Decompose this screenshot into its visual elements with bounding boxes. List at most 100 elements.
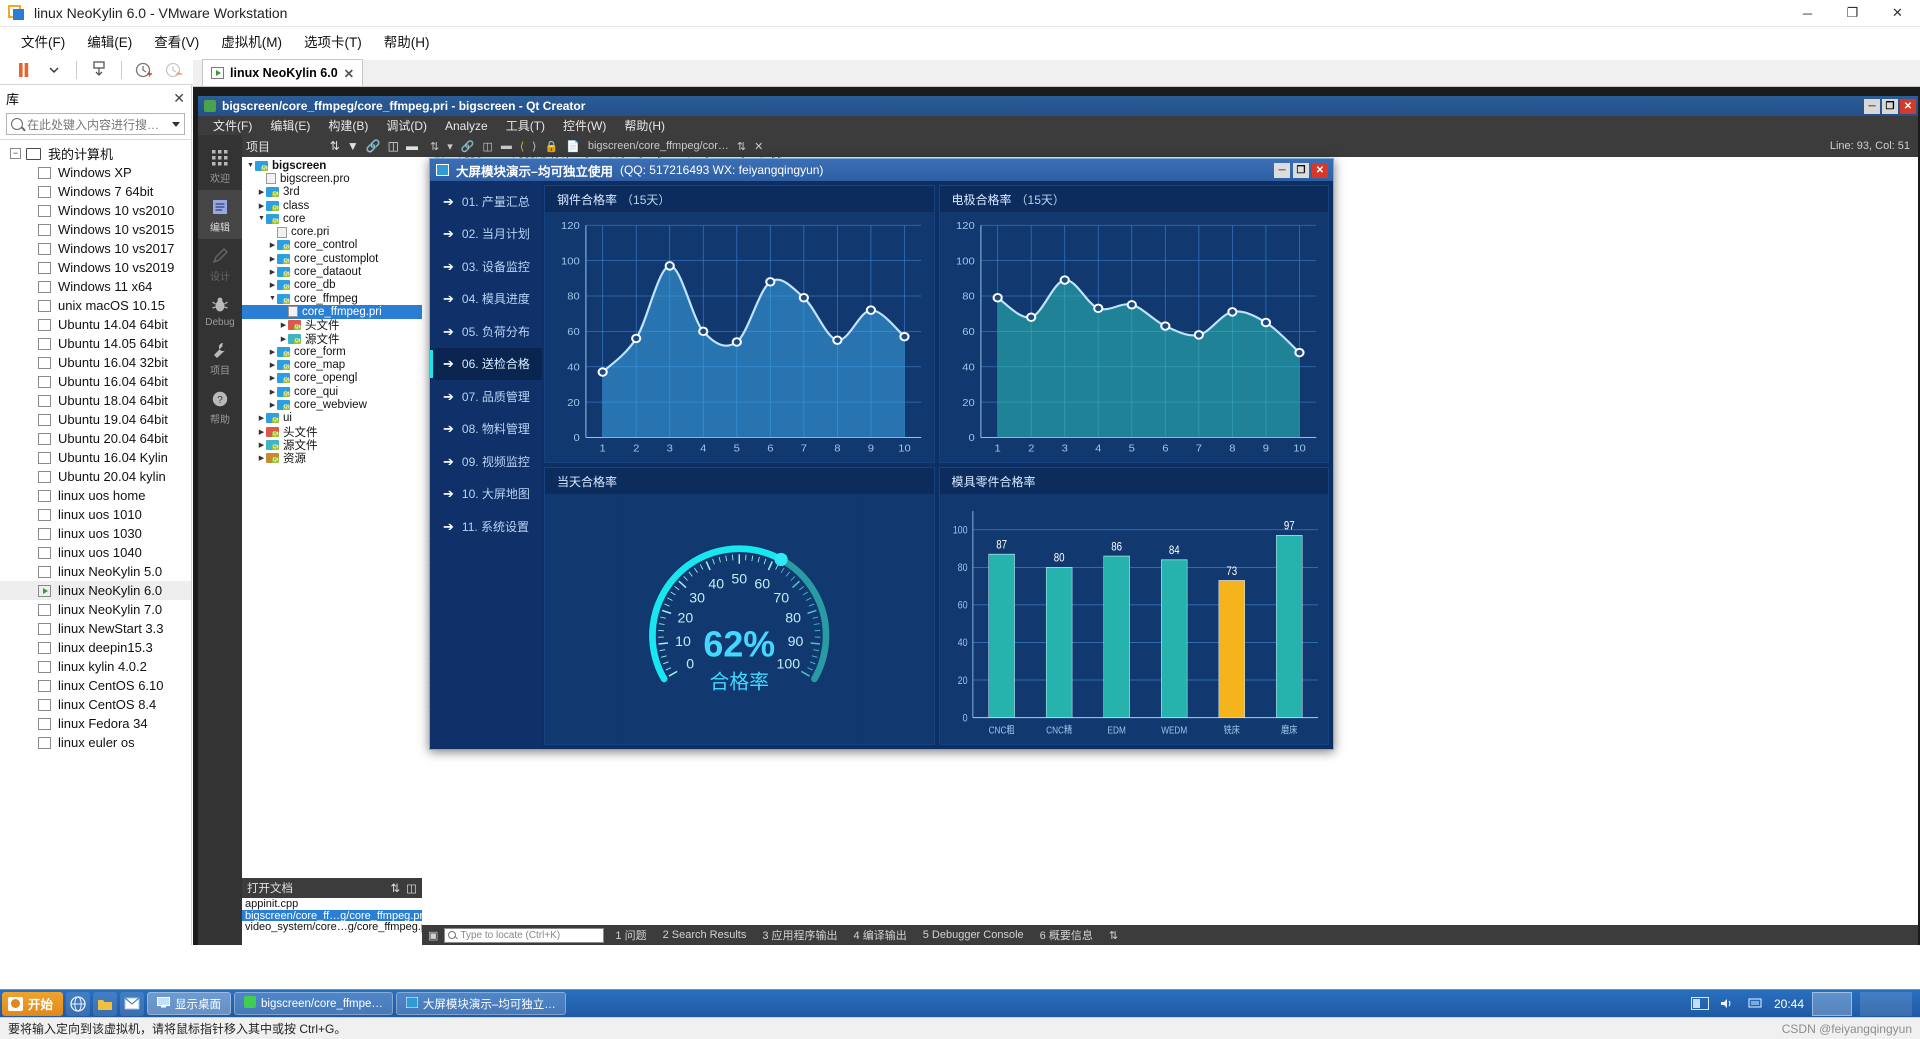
chevron-right-icon[interactable]: ▶: [268, 401, 277, 409]
project-tree-item[interactable]: ▶源文件: [242, 438, 422, 452]
taskbar-task-bigscreen[interactable]: 大屏模块演示–均可独立…: [395, 992, 566, 1015]
library-vm-item[interactable]: linux uos 1030: [0, 524, 191, 543]
library-vm-item[interactable]: linux kylin 4.0.2: [0, 657, 191, 676]
qt-menu-file[interactable]: 文件(F): [204, 115, 261, 136]
mode-projects[interactable]: 项目: [198, 333, 242, 382]
editor-filepath[interactable]: bigscreen/core_ffmpeg/cor…: [588, 140, 729, 152]
library-vm-item[interactable]: linux NeoKylin 5.0: [0, 562, 191, 581]
filter-icon[interactable]: ▾: [447, 140, 453, 153]
dropdown-arrow-icon[interactable]: [40, 57, 68, 83]
bigscreen-nav-item[interactable]: ➔ 01. 产量汇总: [430, 185, 542, 218]
library-vm-item[interactable]: linux deepin15.3: [0, 638, 191, 657]
menu-tabs[interactable]: 选项卡(T): [293, 27, 373, 55]
close-icon[interactable]: ✕: [344, 66, 354, 81]
library-vm-item[interactable]: linux CentOS 8.4: [0, 695, 191, 714]
taskbar-show-desktop[interactable]: 显示桌面: [147, 992, 232, 1015]
open-documents-list[interactable]: appinit.cpp bigscreen/core_ff…g/core_ffmp…: [242, 898, 433, 945]
qt-minimize-button[interactable]: ─: [1864, 98, 1880, 114]
bigscreen-nav-item[interactable]: ➔ 08. 物料管理: [430, 413, 542, 446]
project-tree-item[interactable]: ▶ core_dataout: [242, 265, 422, 278]
chevron-right-icon[interactable]: ▶: [257, 454, 266, 462]
output-pane-issues[interactable]: 1 问题: [610, 927, 651, 943]
project-tree-item[interactable]: ▶头文件: [242, 425, 422, 439]
chevron-right-icon[interactable]: ▶: [268, 241, 277, 249]
qt-menu-analyze[interactable]: Analyze: [436, 117, 497, 135]
library-vm-list[interactable]: Windows XP Windows 7 64bit Windows 10 vs20…: [0, 163, 191, 752]
library-close-icon[interactable]: ✕: [173, 90, 185, 107]
split-icon[interactable]: ◫: [388, 139, 399, 153]
link-icon[interactable]: 🔗: [461, 140, 475, 153]
library-vm-item[interactable]: Windows XP: [0, 163, 191, 182]
sort-icon[interactable]: ⇅: [430, 140, 439, 153]
menu-edit[interactable]: 编辑(E): [76, 27, 143, 55]
chevron-right-icon[interactable]: ▶: [268, 281, 277, 289]
project-tree-item[interactable]: ▶ 资源: [242, 452, 422, 465]
project-tree-item[interactable]: ▶ ui: [242, 412, 422, 425]
mode-help[interactable]: ? 帮助: [198, 382, 242, 431]
bigscreen-nav-item[interactable]: ➔ 07. 品质管理: [430, 380, 542, 413]
bigscreen-nav-item[interactable]: ➔ 02. 当月计划: [430, 218, 542, 251]
taskbar-clock[interactable]: 20:44: [1774, 997, 1804, 1011]
project-tree-item[interactable]: ▶ core_customplot: [242, 252, 422, 265]
bigscreen-nav-item[interactable]: ➔ 03. 设备监控: [430, 250, 542, 283]
library-vm-item[interactable]: Ubuntu 19.04 64bit: [0, 410, 191, 429]
menu-file[interactable]: 文件(F): [10, 27, 76, 55]
library-vm-item[interactable]: Windows 7 64bit: [0, 182, 191, 201]
mode-welcome[interactable]: 欢迎: [198, 141, 242, 190]
project-tree-item[interactable]: bigscreen.pro: [242, 172, 422, 185]
chevron-right-icon[interactable]: ▶: [257, 414, 266, 422]
library-vm-item[interactable]: Ubuntu 16.04 64bit: [0, 372, 191, 391]
revert-snapshot-icon[interactable]: [160, 57, 188, 83]
chevron-down-icon[interactable]: ▼: [246, 162, 255, 169]
menu-view[interactable]: 查看(V): [143, 27, 210, 55]
project-tree-item[interactable]: ▶ 3rd: [242, 186, 422, 199]
pause-icon[interactable]: [10, 57, 38, 83]
volume-icon[interactable]: [1718, 995, 1738, 1013]
chevron-right-icon[interactable]: ▶: [268, 374, 277, 382]
library-vm-item[interactable]: linux CentOS 6.10: [0, 676, 191, 695]
take-snapshot-icon[interactable]: [130, 57, 158, 83]
chevron-right-icon[interactable]: ▶: [268, 361, 277, 369]
library-vm-item[interactable]: linux uos home: [0, 486, 191, 505]
nav-back-icon[interactable]: ⟨: [520, 140, 524, 153]
qt-menu-tools[interactable]: 工具(T): [497, 115, 554, 136]
library-vm-item[interactable]: Ubuntu 20.04 kylin: [0, 467, 191, 486]
qt-menu-widgets[interactable]: 控件(W): [554, 115, 615, 136]
nav-forward-icon[interactable]: ⟩: [532, 140, 536, 153]
open-document-item[interactable]: video_system/core…g/core_ffmpeg.pri: [242, 921, 433, 933]
library-vm-item[interactable]: Ubuntu 16.04 Kylin: [0, 448, 191, 467]
split-icon[interactable]: ◫: [406, 881, 417, 895]
chart-area-bar[interactable]: 0 20 40 60 80 100 87 CNC粗 80 CNC精 86 EDM 84 WEDM 73 铣床 9…: [939, 494, 1328, 744]
output-pane-search[interactable]: 2 Search Results: [658, 929, 752, 941]
locator-toggle-icon[interactable]: ▣: [428, 929, 438, 942]
chevron-right-icon[interactable]: ▶: [257, 188, 266, 196]
filter-icon[interactable]: ▼: [347, 139, 359, 153]
sort-icon[interactable]: ⇅: [390, 881, 400, 895]
bigscreen-nav-item[interactable]: ➔ 09. 视频监控: [430, 445, 542, 478]
guest-os-screen[interactable]: bigscreen/core_ffmpeg/core_ffmpeg.pri - …: [193, 87, 1920, 945]
library-vm-item[interactable]: Windows 10 vs2010: [0, 201, 191, 220]
minimize-panel-icon[interactable]: ▬: [406, 139, 418, 153]
minimize-button[interactable]: ─: [1785, 0, 1830, 27]
project-tree-item[interactable]: ▶ class: [242, 199, 422, 212]
output-pane-general-messages[interactable]: 6 概要信息: [1035, 927, 1098, 943]
library-vm-item[interactable]: linux euler os: [0, 733, 191, 752]
chevron-right-icon[interactable]: ▶: [268, 255, 277, 263]
library-vm-item[interactable]: Ubuntu 14.05 64bit: [0, 334, 191, 353]
library-vm-item[interactable]: linux NeoKylin 7.0: [0, 600, 191, 619]
taskbar-task-qtcreator[interactable]: bigscreen/core_ffmpe…: [234, 992, 393, 1015]
bigscreen-maximize-button[interactable]: ❐: [1293, 162, 1309, 178]
menu-vm[interactable]: 虚拟机(M): [210, 27, 293, 55]
open-document-item[interactable]: appinit.cpp: [242, 898, 422, 910]
chevron-right-icon[interactable]: ▶: [279, 321, 288, 329]
project-tree-item[interactable]: ▶ core_qui: [242, 385, 422, 398]
qt-menu-help[interactable]: 帮助(H): [615, 115, 674, 136]
output-pane-debugger-console[interactable]: 5 Debugger Console: [918, 929, 1029, 941]
chevron-down-icon[interactable]: ▼: [268, 295, 277, 302]
chevron-right-icon[interactable]: ▶: [257, 428, 266, 436]
project-tree-item[interactable]: ▶ core_opengl: [242, 372, 422, 385]
library-vm-item[interactable]: linux Fedora 34: [0, 714, 191, 733]
qt-menu-edit[interactable]: 编辑(E): [261, 115, 319, 136]
file-dropdown-icon[interactable]: ⇅: [737, 140, 746, 153]
project-tree-item[interactable]: ▶ core_map: [242, 358, 422, 371]
